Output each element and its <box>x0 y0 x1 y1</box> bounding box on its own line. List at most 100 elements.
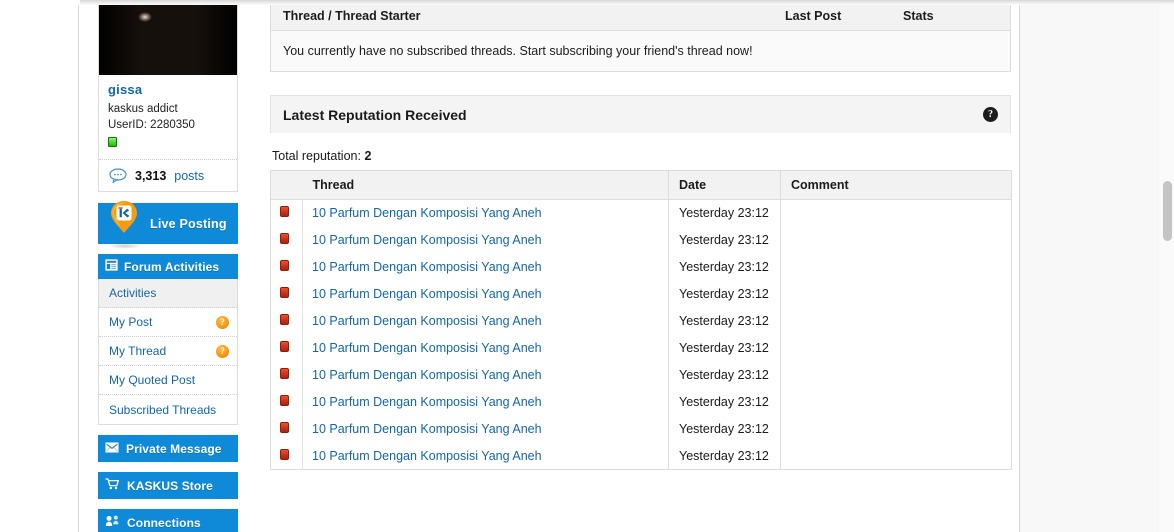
reputation-thread-cell: 10 Parfum Dengan Komposisi Yang Aneh <box>302 199 669 227</box>
thread-link[interactable]: 10 Parfum Dengan Komposisi Yang Aneh <box>312 314 542 328</box>
reputation-icon-cell <box>270 307 303 335</box>
forum-activities-list: Activities My Post ? My Thread ? My Quot… <box>98 279 238 425</box>
sidebar-item-activities[interactable]: Activities <box>99 279 237 308</box>
reputation-negative-icon <box>280 395 289 406</box>
reputation-comment-cell <box>780 280 1012 308</box>
profile-usertitle: kaskus addict <box>108 103 178 115</box>
sidebar-item-label: KASKUS Store <box>127 478 213 493</box>
reputation-thread-cell: 10 Parfum Dengan Komposisi Yang Aneh <box>302 361 669 389</box>
thread-link[interactable]: 10 Parfum Dengan Komposisi Yang Aneh <box>312 395 542 409</box>
help-question-icon[interactable]: ? <box>216 315 229 329</box>
thread-link[interactable]: 10 Parfum Dengan Komposisi Yang Aneh <box>312 233 542 247</box>
content-area: gissa kaskus addict UserID: 2280350 3,31… <box>80 0 1019 532</box>
profile-card: gissa kaskus addict UserID: 2280350 3,31… <box>98 0 238 192</box>
reputation-icon-cell <box>270 199 303 227</box>
profile-username[interactable]: gissa <box>108 81 229 99</box>
reputation-date-cell: Yesterday 23:12 <box>668 253 781 281</box>
table-row: 10 Parfum Dengan Komposisi Yang Aneh Yest… <box>270 388 1012 416</box>
help-question-icon[interactable]: ? <box>983 107 998 122</box>
left-gutter <box>0 0 79 532</box>
reputation-thread-cell: 10 Parfum Dengan Komposisi Yang Aneh <box>302 334 669 362</box>
sidebar-item-kaskus-store[interactable]: KASKUS Store <box>98 472 238 499</box>
pin-shadow <box>108 243 142 249</box>
table-row: 10 Parfum Dengan Komposisi Yang Aneh Yest… <box>270 442 1012 470</box>
reputation-thread-cell: 10 Parfum Dengan Komposisi Yang Aneh <box>302 388 669 416</box>
table-header-row: Thread Date Comment <box>270 170 1012 200</box>
avatar[interactable] <box>99 0 237 75</box>
help-question-icon[interactable]: ? <box>216 344 229 358</box>
sidebar-item-label: Subscribed Threads <box>109 402 217 417</box>
sidebar-item-private-message[interactable]: Private Message <box>98 435 238 462</box>
thread-link[interactable]: 10 Parfum Dengan Komposisi Yang Aneh <box>312 449 542 463</box>
reputation-icon-cell <box>270 226 303 254</box>
thread-link[interactable]: 10 Parfum Dengan Komposisi Yang Aneh <box>312 287 542 301</box>
reputation-comment-cell <box>780 442 1012 470</box>
page-root: gissa kaskus addict UserID: 2280350 3,31… <box>0 0 1174 532</box>
reputation-negative-icon <box>280 422 289 433</box>
column-header-icon <box>270 170 303 200</box>
sidebar-item-my-post[interactable]: My Post ? <box>99 308 237 337</box>
reputation-date-cell: Yesterday 23:12 <box>668 226 781 254</box>
thread-link[interactable]: 10 Parfum Dengan Komposisi Yang Aneh <box>312 368 542 382</box>
table-row: 10 Parfum Dengan Komposisi Yang Aneh Yest… <box>270 361 1012 389</box>
column-header-thread[interactable]: Thread <box>302 170 669 200</box>
subscribed-threads-header: Thread / Thread Starter Last Post Stats <box>271 1 1010 31</box>
reputation-comment-cell <box>780 388 1012 416</box>
total-reputation-label: Total reputation: <box>272 149 361 163</box>
top-shadow-left-mask <box>0 0 80 5</box>
column-header-comment[interactable]: Comment <box>780 170 1012 200</box>
sidebar-item-my-thread[interactable]: My Thread ? <box>99 337 237 366</box>
sidebar-item-my-quoted-post[interactable]: My Quoted Post <box>99 366 237 395</box>
total-reputation: Total reputation: 2 <box>270 149 1011 163</box>
reputation-icon-cell <box>270 361 303 389</box>
reputation-date-cell: Yesterday 23:12 <box>668 361 781 389</box>
reputation-negative-icon <box>280 206 289 218</box>
reputation-comment-cell <box>780 199 1012 227</box>
reputation-table: Thread Date Comment 10 Parfum Dengan Kom… <box>270 170 1012 470</box>
subscribed-threads-empty-message: You currently have no subscribed threads… <box>271 31 1010 71</box>
reputation-icon-cell <box>270 280 303 308</box>
reputation-date-cell: Yesterday 23:12 <box>668 280 781 308</box>
thread-link[interactable]: 10 Parfum Dengan Komposisi Yang Aneh <box>312 206 542 220</box>
reputation-comment-cell <box>780 307 1012 335</box>
reputation-thread-cell: 10 Parfum Dengan Komposisi Yang Aneh <box>302 226 669 254</box>
reputation-thread-cell: 10 Parfum Dengan Komposisi Yang Aneh <box>302 442 669 470</box>
reputation-comment-cell <box>780 226 1012 254</box>
table-row: 10 Parfum Dengan Komposisi Yang Aneh Yest… <box>270 415 1012 443</box>
profile-details: gissa kaskus addict UserID: 2280350 <box>99 75 237 153</box>
reputation-negative-icon <box>280 260 289 271</box>
forum-activities-header[interactable]: Forum Activities <box>98 254 238 279</box>
sidebar-item-subscribed-threads[interactable]: Subscribed Threads <box>99 395 237 424</box>
scrollbar-thumb[interactable] <box>1163 181 1172 241</box>
reputation-date-cell: Yesterday 23:12 <box>668 307 781 335</box>
thread-link[interactable]: 10 Parfum Dengan Komposisi Yang Aneh <box>312 422 542 436</box>
reputation-negative-icon <box>280 368 289 379</box>
sidebar-item-connections[interactable]: Connections <box>98 509 238 532</box>
posts-label[interactable]: posts <box>174 169 204 183</box>
column-header-date[interactable]: Date <box>668 170 781 200</box>
reputation-date-cell: Yesterday 23:12 <box>668 442 781 470</box>
reputation-negative-icon <box>280 341 289 352</box>
sidebar-item-label: My Post <box>109 315 153 329</box>
column-header-thread[interactable]: Thread / Thread Starter <box>283 9 785 23</box>
forum-board-icon <box>105 259 118 274</box>
column-header-last-post[interactable]: Last Post <box>785 9 903 23</box>
reputation-date-cell: Yesterday 23:12 <box>668 388 781 416</box>
vertical-scrollbar[interactable] <box>1159 5 1174 532</box>
reputation-thread-cell: 10 Parfum Dengan Komposisi Yang Aneh <box>302 280 669 308</box>
reputation-comment-cell <box>780 415 1012 443</box>
reputation-negative-icon <box>280 448 289 460</box>
reputation-date-cell: Yesterday 23:12 <box>668 199 781 227</box>
total-reputation-value: 2 <box>364 149 372 163</box>
thread-link[interactable]: 10 Parfum Dengan Komposisi Yang Aneh <box>312 260 542 274</box>
sidebar-item-label: My Quoted Post <box>109 373 196 387</box>
posts-row: 3,313 posts <box>99 159 237 191</box>
thread-link[interactable]: 10 Parfum Dengan Komposisi Yang Aneh <box>312 341 542 355</box>
reputation-icon-cell <box>270 253 303 281</box>
avatar-image <box>99 0 237 75</box>
live-posting-banner[interactable]: Live Posting <box>98 201 238 249</box>
profile-sidebar: gissa kaskus addict UserID: 2280350 3,31… <box>98 0 238 532</box>
profile-userid: UserID: 2280350 <box>108 119 195 131</box>
column-header-stats[interactable]: Stats <box>903 9 998 23</box>
sidebar-item-label: Private Message <box>126 441 222 456</box>
